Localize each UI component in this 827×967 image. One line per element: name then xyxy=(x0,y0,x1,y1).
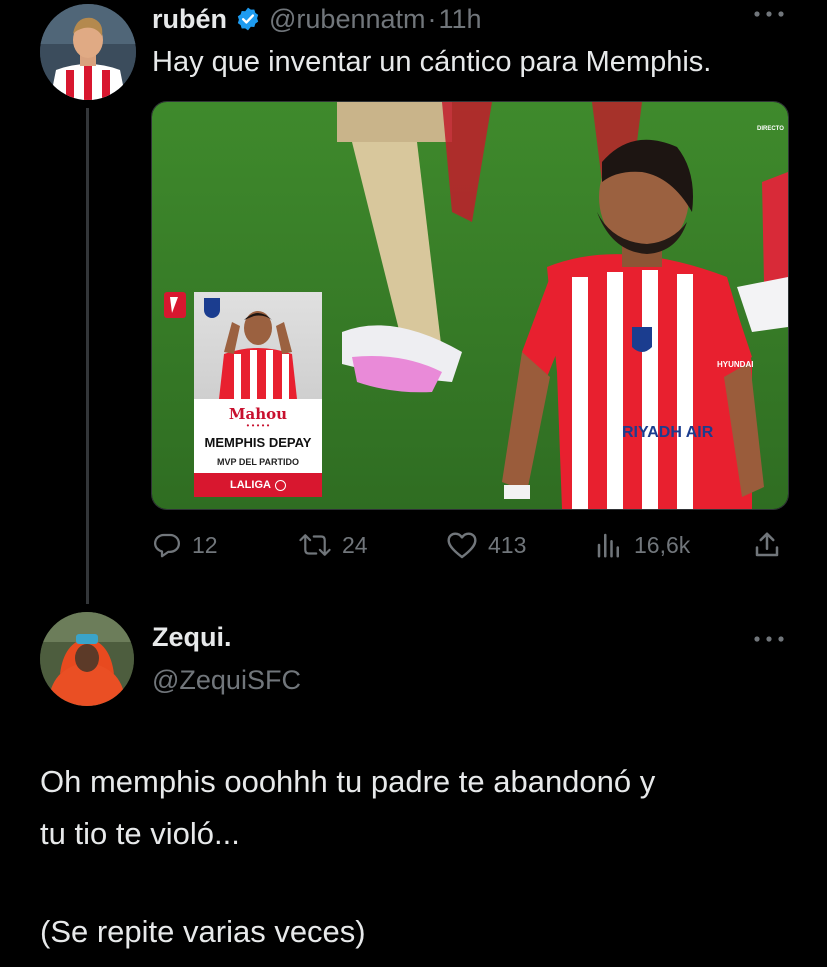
repost-count: 24 xyxy=(342,531,368,558)
reply-text-line1: Oh memphis ooohhh tu padre te abandonó y xyxy=(40,764,656,799)
avatar-zequi[interactable] xyxy=(40,612,134,706)
tweet-text: Hay que inventar un cántico para Memphis… xyxy=(152,46,712,78)
share-button[interactable] xyxy=(752,530,782,560)
repost-icon xyxy=(299,534,331,556)
mvp-card-award: MVP DEL PARTIDO xyxy=(216,457,299,467)
reply-author-name[interactable]: Zequi. xyxy=(152,622,232,653)
thread-connector-line xyxy=(86,108,89,604)
author-handle[interactable]: @rubennatm xyxy=(269,4,426,35)
mvp-card-photo xyxy=(194,292,322,399)
reply-button[interactable]: 12 xyxy=(152,530,218,560)
views-button[interactable]: 16,6k xyxy=(594,530,690,560)
meta-separator: · xyxy=(427,3,437,34)
reply-more-icon[interactable] xyxy=(752,632,786,650)
mvp-card-league-label: LALIGA xyxy=(230,479,271,491)
avatar-ruben[interactable] xyxy=(40,4,136,100)
mvp-card-player: MEMPHIS DEPAY xyxy=(204,435,312,450)
mvp-card-league: LALIGA xyxy=(194,473,322,497)
like-button[interactable]: 413 xyxy=(446,530,526,560)
views-icon xyxy=(597,533,619,558)
shirt-sponsor: RIYADH AIR xyxy=(622,424,714,441)
author-name[interactable]: rubén xyxy=(152,4,227,35)
mvp-badge-logo xyxy=(164,292,186,318)
more-icon[interactable] xyxy=(752,8,786,20)
avatar-zequi-image xyxy=(40,612,134,706)
repost-button[interactable]: 24 xyxy=(298,530,368,560)
share-icon xyxy=(755,532,779,557)
reply-text-line2: tu tio te violó... xyxy=(40,816,240,851)
tweet-reply[interactable]: Zequi. @ZequiSFC Oh memphis ooohhh tu pa… xyxy=(0,604,827,967)
reply-text-line3: (Se repite varias veces) xyxy=(40,914,366,949)
like-icon xyxy=(447,532,477,559)
reply-icon xyxy=(154,533,180,558)
tweet-main[interactable]: rubén @rubennatm · 11h Hay que inventar … xyxy=(0,0,827,600)
mvp-card: Mahou • • • • • MEMPHIS DEPAY MVP DEL PA… xyxy=(194,292,322,497)
tweet-media[interactable]: RIYADH AIR HYUNDAI DIRECTO Mahou • • • •… xyxy=(151,101,789,510)
laliga-logo-icon xyxy=(274,479,286,491)
reply-count: 12 xyxy=(192,531,218,558)
atletico-crest-icon xyxy=(204,298,220,318)
avatar-ruben-image xyxy=(40,4,136,100)
media-corner-label: DIRECTO xyxy=(757,126,784,132)
verified-badge-icon xyxy=(235,6,261,32)
tweet-time[interactable]: 11h xyxy=(439,4,482,35)
like-count: 413 xyxy=(488,531,527,558)
reply-author-handle[interactable]: @ZequiSFC xyxy=(152,665,301,696)
views-count: 16,6k xyxy=(634,531,691,558)
shirt-partner: HYUNDAI xyxy=(717,360,753,369)
